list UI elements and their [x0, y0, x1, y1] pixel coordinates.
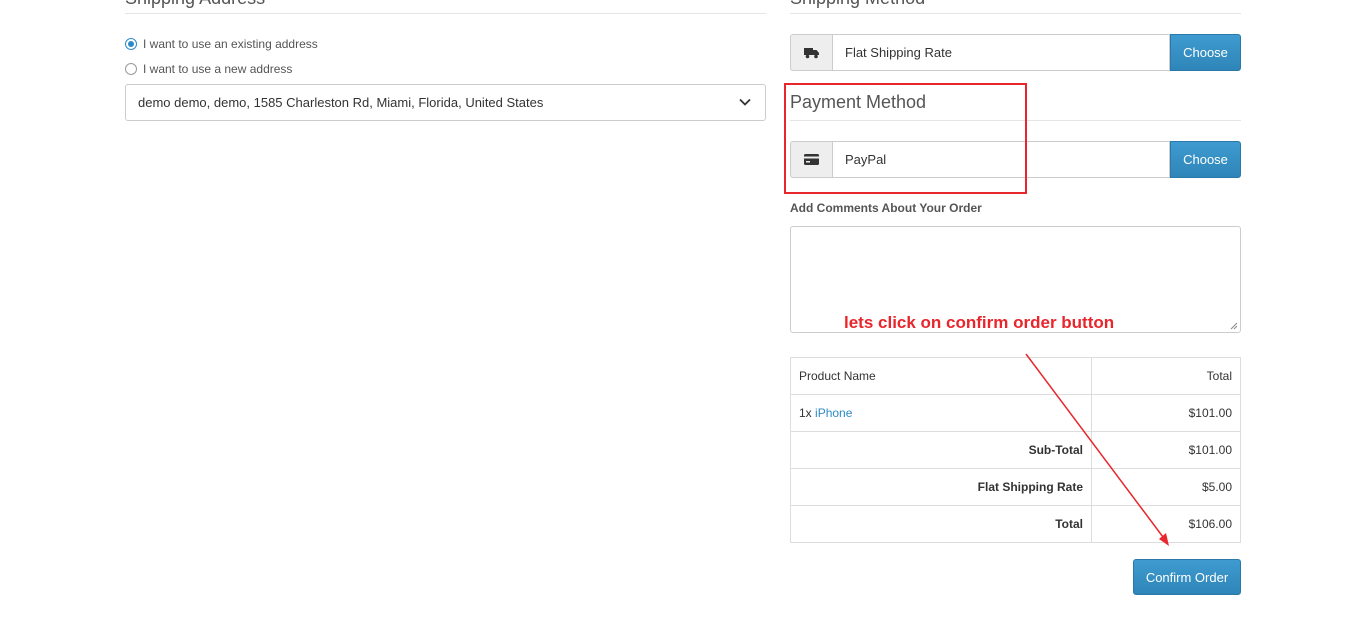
total-value: $106.00 [1091, 505, 1241, 543]
comments-label: Add Comments About Your Order [790, 201, 982, 215]
shipping-method-field[interactable]: Flat Shipping Rate [832, 34, 1170, 71]
radio-existing-address[interactable]: I want to use an existing address [125, 37, 318, 51]
annotation-highlight-box [784, 83, 1027, 194]
shipping-label: Flat Shipping Rate [790, 468, 1092, 506]
radio-existing-label: I want to use an existing address [143, 37, 318, 51]
table-row: 1x iPhone $101.00 [790, 394, 1241, 432]
header-product-name: Product Name [790, 357, 1092, 395]
product-link[interactable]: iPhone [815, 406, 852, 420]
product-total: $101.00 [1091, 394, 1241, 432]
header-total: Total [1091, 357, 1241, 395]
subtotal-row: Sub-Total $101.00 [790, 431, 1241, 469]
choose-payment-button[interactable]: Choose [1170, 141, 1241, 178]
shipping-method-legend: Shipping Method [790, 0, 1241, 14]
address-select[interactable]: demo demo, demo, 1585 Charleston Rd, Mia… [125, 84, 766, 121]
subtotal-label: Sub-Total [790, 431, 1092, 469]
chevron-down-icon [739, 98, 751, 106]
radio-checked-icon[interactable] [125, 38, 137, 50]
product-cell: 1x iPhone [790, 394, 1092, 432]
radio-new-label: I want to use a new address [143, 62, 293, 76]
radio-new-address[interactable]: I want to use a new address [125, 62, 292, 76]
table-header-row: Product Name Total [790, 357, 1241, 395]
order-summary-table: Product Name Total 1x iPhone $101.00 Sub… [790, 357, 1241, 543]
subtotal-value: $101.00 [1091, 431, 1241, 469]
confirm-order-button[interactable]: Confirm Order [1133, 559, 1241, 595]
shipping-address-legend: Shipping Address [125, 0, 766, 14]
resize-handle-icon[interactable] [1230, 322, 1238, 330]
total-label: Total [790, 505, 1092, 543]
address-select-value: demo demo, demo, 1585 Charleston Rd, Mia… [138, 95, 544, 110]
shipping-value: $5.00 [1091, 468, 1241, 506]
shipping-method-group: Flat Shipping Rate Choose [790, 34, 1241, 71]
shipping-row: Flat Shipping Rate $5.00 [790, 468, 1241, 506]
radio-unchecked-icon[interactable] [125, 63, 137, 75]
annotation-text: lets click on confirm order button [844, 313, 1115, 332]
total-row: Total $106.00 [790, 505, 1241, 543]
choose-shipping-button[interactable]: Choose [1170, 34, 1241, 71]
truck-icon [790, 34, 832, 71]
product-qty: 1x [799, 406, 812, 420]
